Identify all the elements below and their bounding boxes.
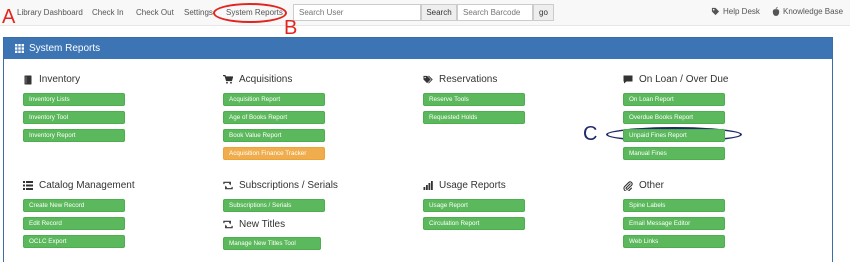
help-desk-link[interactable]: Help Desk bbox=[711, 7, 760, 16]
retweet-icon bbox=[223, 220, 233, 230]
on-loan-report-button[interactable]: On Loan Report bbox=[623, 93, 725, 106]
book-value-report-button[interactable]: Book Value Report bbox=[223, 129, 325, 142]
section-new-titles-title: New Titles bbox=[223, 219, 285, 230]
section-subscriptions-title: Subscriptions / Serials bbox=[223, 180, 338, 191]
section-label: On Loan / Over Due bbox=[639, 74, 729, 85]
knowledge-base-link[interactable]: Knowledge Base bbox=[772, 7, 843, 16]
section-label: Reservations bbox=[439, 74, 498, 85]
subscriptions-serials-button[interactable]: Subscriptions / Serials bbox=[223, 199, 325, 212]
top-navbar: Library Dashboard Check In Check Out Set… bbox=[0, 0, 850, 26]
acquisition-finance-tracker-button[interactable]: Acquisition Finance Tracker bbox=[223, 147, 325, 160]
knowledge-base-label: Knowledge Base bbox=[783, 7, 844, 16]
nav-check-in[interactable]: Check In bbox=[92, 8, 124, 17]
section-label: Acquisitions bbox=[239, 74, 293, 85]
overdue-books-report-button[interactable]: Overdue Books Report bbox=[623, 111, 725, 124]
tag-icon bbox=[711, 7, 720, 16]
section-reservations-title: Reservations bbox=[423, 74, 497, 85]
section-label: Subscriptions / Serials bbox=[239, 180, 338, 191]
section-other-title: Other bbox=[623, 180, 664, 191]
create-new-record-button[interactable]: Create New Record bbox=[23, 199, 125, 212]
section-on-loan-title: On Loan / Over Due bbox=[623, 74, 729, 85]
section-inventory-title: Inventory bbox=[23, 74, 80, 85]
manage-new-titles-tool-button[interactable]: Manage New Titles Tool bbox=[223, 237, 321, 250]
nav-library-dashboard[interactable]: Library Dashboard bbox=[17, 8, 83, 17]
section-catalog-title: Catalog Management bbox=[23, 180, 135, 191]
comment-icon bbox=[623, 75, 633, 85]
usage-report-button[interactable]: Usage Report bbox=[423, 199, 525, 212]
tags-icon bbox=[423, 75, 433, 85]
retweet-icon bbox=[223, 181, 233, 191]
panel-header: System Reports bbox=[4, 38, 832, 59]
section-usage-title: Usage Reports bbox=[423, 180, 506, 191]
annotation-ellipse-system-reports bbox=[213, 3, 287, 23]
section-label: Inventory bbox=[39, 74, 81, 85]
inventory-tool-button[interactable]: Inventory Tool bbox=[23, 111, 125, 124]
unpaid-fines-report-button[interactable]: Unpaid Fines Report bbox=[623, 129, 725, 142]
spine-labels-button[interactable]: Spine Labels bbox=[623, 199, 725, 212]
search-button[interactable]: Search bbox=[421, 4, 457, 21]
inventory-lists-button[interactable]: Inventory Lists bbox=[23, 93, 125, 106]
manual-fines-button[interactable]: Manual Fines bbox=[623, 147, 725, 160]
bar-chart-icon bbox=[423, 181, 433, 191]
requested-holds-button[interactable]: Requested Holds bbox=[423, 111, 525, 124]
list-icon bbox=[23, 181, 33, 191]
inventory-report-button[interactable]: Inventory Report bbox=[23, 129, 125, 142]
section-label: Other bbox=[639, 180, 665, 191]
panel-title: System Reports bbox=[29, 43, 101, 54]
grid-icon bbox=[15, 44, 24, 53]
email-message-editor-button[interactable]: Email Message Editor bbox=[623, 217, 725, 230]
annotation-letter-a: A bbox=[2, 6, 16, 28]
nav-check-out[interactable]: Check Out bbox=[136, 8, 174, 17]
paperclip-icon bbox=[623, 180, 633, 191]
acquisition-report-button[interactable]: Acquisition Report bbox=[223, 93, 325, 106]
oclc-export-button[interactable]: OCLC Export bbox=[23, 235, 125, 248]
nav-settings[interactable]: Settings bbox=[184, 8, 213, 17]
edit-record-button[interactable]: Edit Record bbox=[23, 217, 125, 230]
circulation-report-button[interactable]: Circulation Report bbox=[423, 217, 525, 230]
section-label: Catalog Management bbox=[39, 180, 135, 191]
search-barcode-input[interactable] bbox=[457, 4, 533, 21]
go-button[interactable]: go bbox=[533, 4, 554, 21]
age-of-books-report-button[interactable]: Age of Books Report bbox=[223, 111, 325, 124]
help-desk-label: Help Desk bbox=[723, 7, 760, 16]
reserve-tools-button[interactable]: Reserve Tools bbox=[423, 93, 525, 106]
search-user-input[interactable] bbox=[293, 4, 421, 21]
book-icon bbox=[23, 75, 33, 85]
apple-icon bbox=[772, 7, 780, 16]
shopping-cart-icon bbox=[223, 75, 233, 85]
section-label: New Titles bbox=[239, 219, 286, 230]
annotation-letter-b: B bbox=[284, 17, 298, 39]
web-links-button[interactable]: Web Links bbox=[623, 235, 725, 248]
section-label: Usage Reports bbox=[439, 180, 506, 191]
section-acquisitions-title: Acquisitions bbox=[223, 74, 292, 85]
